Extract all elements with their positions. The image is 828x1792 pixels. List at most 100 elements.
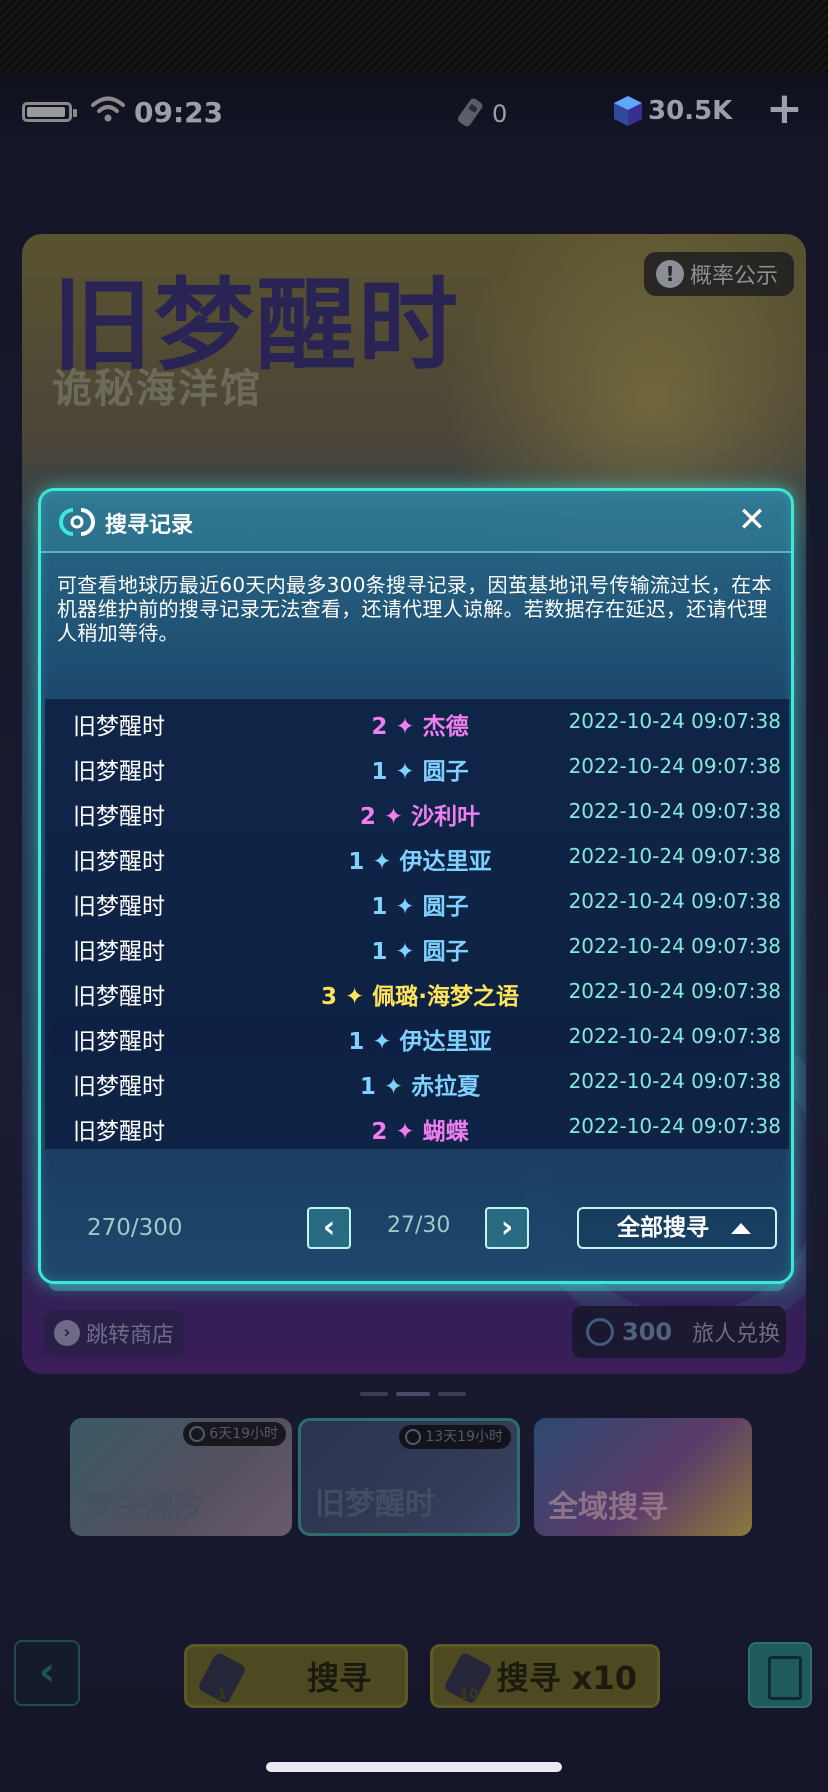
record-row: 旧梦醒时 1 ✦ 圆子 2022-10-24 09:07:38 xyxy=(45,879,789,924)
search-once-label: 搜寻 xyxy=(306,1659,371,1697)
crystal-cube-icon xyxy=(614,96,642,126)
key-count: 0 xyxy=(492,100,508,128)
record-time: 2022-10-24 09:07:38 xyxy=(568,934,781,958)
record-row: 旧梦醒时 2 ✦ 沙利叶 2022-10-24 09:07:38 xyxy=(45,789,789,834)
banner-subtitle: 诡秘海洋馆 xyxy=(52,366,262,412)
record-row: 旧梦醒时 3 ✦ 佩璐·海梦之语 2022-10-24 09:07:38 xyxy=(45,969,789,1014)
record-time: 2022-10-24 09:07:38 xyxy=(568,979,781,1003)
page-number: 27/30 xyxy=(387,1213,451,1238)
record-row: 旧梦醒时 1 ✦ 伊达里亚 2022-10-24 09:07:38 xyxy=(45,1014,789,1059)
modal-footer: 270/300 ‹ 27/30 › 全部搜寻 xyxy=(41,1203,791,1263)
record-icon[interactable] xyxy=(748,1642,812,1708)
record-item: 2 ✦ 沙利叶 xyxy=(359,804,481,830)
record-time: 2022-10-24 09:07:38 xyxy=(568,754,781,778)
record-row: 旧梦醒时 2 ✦ 杰德 2022-10-24 09:07:38 xyxy=(45,699,789,744)
record-banner: 旧梦醒时 xyxy=(73,1119,165,1145)
carousel-dot-active xyxy=(396,1392,430,1396)
exchange-amount: 300 xyxy=(622,1318,673,1346)
bottom-bar: ‹ 1 搜寻 10 搜寻 x10 xyxy=(0,1636,828,1716)
record-count: 270/300 xyxy=(87,1215,183,1241)
caret-up-icon xyxy=(731,1223,751,1234)
record-item: 2 ✦ 蝴蝶 xyxy=(371,1119,469,1145)
record-time: 2022-10-24 09:07:38 xyxy=(568,1069,781,1093)
wifi-icon xyxy=(91,96,125,122)
modal-header: 搜寻记录 ✕ xyxy=(41,491,791,553)
ticket-count: 1 xyxy=(217,1687,227,1703)
record-time: 2022-10-24 09:07:38 xyxy=(568,889,781,913)
record-banner: 旧梦醒时 xyxy=(73,1029,165,1055)
record-banner: 旧梦醒时 xyxy=(73,1074,165,1100)
modal-bottom-edge xyxy=(49,1283,785,1291)
record-item: 3 ✦ 佩璐·海梦之语 xyxy=(320,984,520,1010)
card-label: 梦生潮汐 xyxy=(84,1490,204,1525)
search-once-button[interactable]: 1 搜寻 xyxy=(184,1644,408,1708)
record-time: 2022-10-24 09:07:38 xyxy=(568,799,781,823)
exchange-icon xyxy=(586,1318,614,1346)
add-crystal-icon[interactable]: + xyxy=(766,87,803,131)
card-label: 旧梦醒时 xyxy=(315,1487,435,1522)
card-timer: 13天19小时 xyxy=(399,1425,511,1449)
record-item: 2 ✦ 杰德 xyxy=(371,714,469,740)
record-item: 1 ✦ 圆子 xyxy=(371,894,469,920)
record-time: 2022-10-24 09:07:38 xyxy=(568,1024,781,1048)
banner-card-2[interactable]: 13天19小时 旧梦醒时 xyxy=(298,1418,520,1536)
close-icon[interactable]: ✕ xyxy=(735,503,769,537)
filter-label: 全部搜寻 xyxy=(617,1215,709,1241)
record-list: 旧梦醒时 2 ✦ 杰德 2022-10-24 09:07:38 旧梦醒时 1 ✦ 圆子 2… xyxy=(45,699,789,1149)
arrow-right-icon: › xyxy=(54,1320,80,1346)
record-time: 2022-10-24 09:07:38 xyxy=(568,844,781,868)
next-page-button[interactable]: › xyxy=(485,1207,529,1249)
prev-page-button[interactable]: ‹ xyxy=(307,1207,351,1249)
carousel-indicator xyxy=(360,1392,466,1398)
search-ten-label: 搜寻 x10 xyxy=(496,1659,637,1697)
home-indicator[interactable] xyxy=(266,1762,562,1772)
record-item: 1 ✦ 伊达里亚 xyxy=(348,849,492,875)
record-time: 2022-10-24 09:07:38 xyxy=(568,1114,781,1138)
record-banner: 旧梦醒时 xyxy=(73,849,165,875)
signal-logo-icon xyxy=(59,508,95,536)
carousel-dot xyxy=(438,1392,466,1396)
record-row: 旧梦醒时 1 ✦ 圆子 2022-10-24 09:07:38 xyxy=(45,924,789,969)
ticket-count: 10 xyxy=(459,1687,479,1703)
record-banner: 旧梦醒时 xyxy=(73,984,165,1010)
search-ten-button[interactable]: 10 搜寻 x10 xyxy=(430,1644,660,1708)
record-row: 旧梦醒时 2 ✦ 蝴蝶 2022-10-24 09:07:38 xyxy=(45,1104,789,1149)
back-button[interactable]: ‹ xyxy=(14,1640,80,1706)
card-timer: 6天19小时 xyxy=(183,1422,286,1446)
jump-shop-button[interactable]: › 跳转商店 xyxy=(44,1310,184,1356)
record-banner: 旧梦醒时 xyxy=(73,714,165,740)
probability-button[interactable]: ! 概率公示 xyxy=(644,252,794,296)
search-record-modal: 搜寻记录 ✕ 可查看地球历最近60天内最多300条搜寻记录，因茧基地讯号传输流过… xyxy=(38,488,794,1291)
record-row: 旧梦醒时 1 ✦ 伊达里亚 2022-10-24 09:07:38 xyxy=(45,834,789,879)
exclamation-icon: ! xyxy=(656,260,684,288)
clock: 09:23 xyxy=(134,96,224,129)
key-ticket-icon xyxy=(457,98,483,127)
record-banner: 旧梦醒时 xyxy=(73,759,165,785)
traveler-exchange-button[interactable]: 300 旅人兑换 xyxy=(572,1306,786,1358)
banner-card-1[interactable]: 6天19小时 梦生潮汐 xyxy=(70,1418,292,1536)
probability-label: 概率公示 xyxy=(690,264,779,289)
notice-text: 可查看地球历最近60天内最多300条搜寻记录，因茧基地讯号传输流过长，在本机器维… xyxy=(57,573,772,645)
filter-dropdown[interactable]: 全部搜寻 xyxy=(577,1207,777,1249)
card-label: 全域搜寻 xyxy=(548,1490,668,1525)
record-item: 1 ✦ 伊达里亚 xyxy=(348,1029,492,1055)
record-banner: 旧梦醒时 xyxy=(73,894,165,920)
crystal-count: 30.5K xyxy=(648,96,733,126)
carousel-dot xyxy=(360,1392,388,1396)
record-item: 1 ✦ 圆子 xyxy=(371,759,469,785)
record-item: 1 ✦ 圆子 xyxy=(371,939,469,965)
record-banner: 旧梦醒时 xyxy=(73,939,165,965)
battery-icon xyxy=(22,102,77,122)
status-bar: 09:23 0 30.5K + xyxy=(0,87,828,136)
record-time: 2022-10-24 09:07:38 xyxy=(568,709,781,733)
screen: 09:23 0 30.5K + 旧梦醒时 诡秘海洋馆 ! 概率公示 › 跳转商店… xyxy=(0,0,828,1792)
top-band xyxy=(0,0,828,72)
shop-label: 跳转商店 xyxy=(86,1323,175,1348)
banner-card-3[interactable]: 全域搜寻 xyxy=(534,1418,752,1536)
record-row: 旧梦醒时 1 ✦ 圆子 2022-10-24 09:07:38 xyxy=(45,744,789,789)
record-banner: 旧梦醒时 xyxy=(73,804,165,830)
record-item: 1 ✦ 赤拉夏 xyxy=(359,1074,481,1100)
modal-title: 搜寻记录 xyxy=(105,513,194,538)
exchange-label: 旅人兑换 xyxy=(692,1322,781,1347)
record-row: 旧梦醒时 1 ✦ 赤拉夏 2022-10-24 09:07:38 xyxy=(45,1059,789,1104)
